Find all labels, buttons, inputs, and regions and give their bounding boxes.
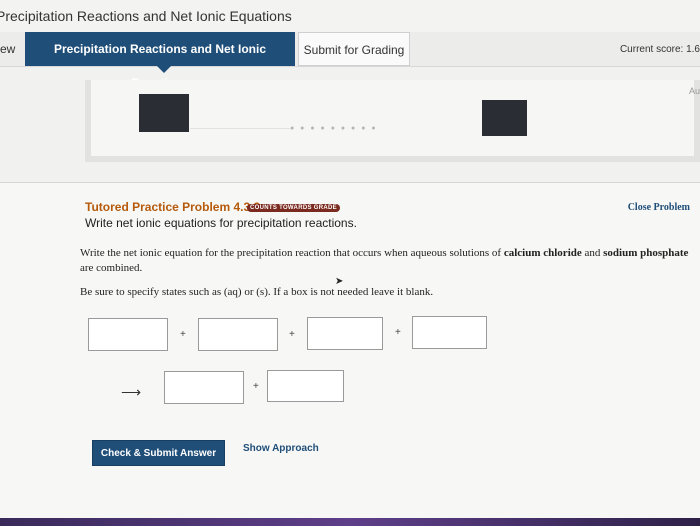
panel-right-text: Au [688, 86, 700, 96]
tab-previous[interactable]: ew [0, 32, 22, 66]
instruction-text: Be sure to specify states such as (aq) o… [80, 286, 434, 298]
redacted-block-right [482, 100, 527, 136]
tab-precipitation-reactions[interactable]: Precipitation Reactions and Net Ionic Eq… [25, 32, 295, 90]
show-approach-link[interactable]: Show Approach [243, 443, 319, 454]
check-submit-answer-button[interactable]: Check & Submit Answer [92, 440, 225, 466]
question-suffix: are combined. [80, 262, 143, 274]
plus-sign: + [395, 327, 401, 338]
problem-title: Tutored Practice Problem 4.3.2 [85, 200, 261, 214]
progress-track [190, 128, 290, 129]
reactant-box-1[interactable] [88, 318, 168, 351]
question-text: Write the net ionic equation for the pre… [80, 246, 690, 276]
reactant-1: calcium chloride [503, 247, 582, 259]
reactant-box-4[interactable] [412, 316, 487, 349]
problem-subtitle: Write net ionic equations for precipitat… [85, 216, 357, 230]
counts-towards-grade-badge: COUNTS TOWARDS GRADE [247, 204, 340, 212]
taskbar [0, 518, 700, 526]
window-titlebar: Precipitation Reactions and Net Ionic Eq… [0, 0, 700, 33]
redacted-block-left [139, 94, 189, 132]
close-problem-link[interactable]: Close Problem [628, 202, 690, 213]
reactant-box-3[interactable] [307, 317, 383, 350]
reaction-arrow-icon: ⟶ [121, 384, 142, 400]
question-prefix: Write the net ionic equation for the pre… [80, 247, 504, 259]
tab-submit-for-grading[interactable]: Submit for Grading [298, 32, 410, 66]
tab-bar: ew Precipitation Reactions and Net Ionic… [0, 32, 700, 90]
plus-sign: + [253, 381, 259, 392]
product-box-2[interactable] [267, 370, 344, 402]
reactant-box-2[interactable] [198, 318, 278, 351]
plus-sign: + [289, 329, 295, 340]
question-and: and [581, 247, 604, 259]
plus-sign: + [180, 329, 186, 340]
mouse-cursor-icon: ➤ [335, 276, 344, 287]
product-box-1[interactable] [164, 371, 244, 404]
window-title: Precipitation Reactions and Net Ionic Eq… [0, 8, 292, 24]
progress-dots: ● ● ● ● ● ● ● ● ● [290, 125, 378, 132]
reactant-2: sodium phosphate [603, 247, 689, 259]
problem-area [0, 183, 700, 526]
current-score: Current score: 1.6 [619, 44, 700, 55]
